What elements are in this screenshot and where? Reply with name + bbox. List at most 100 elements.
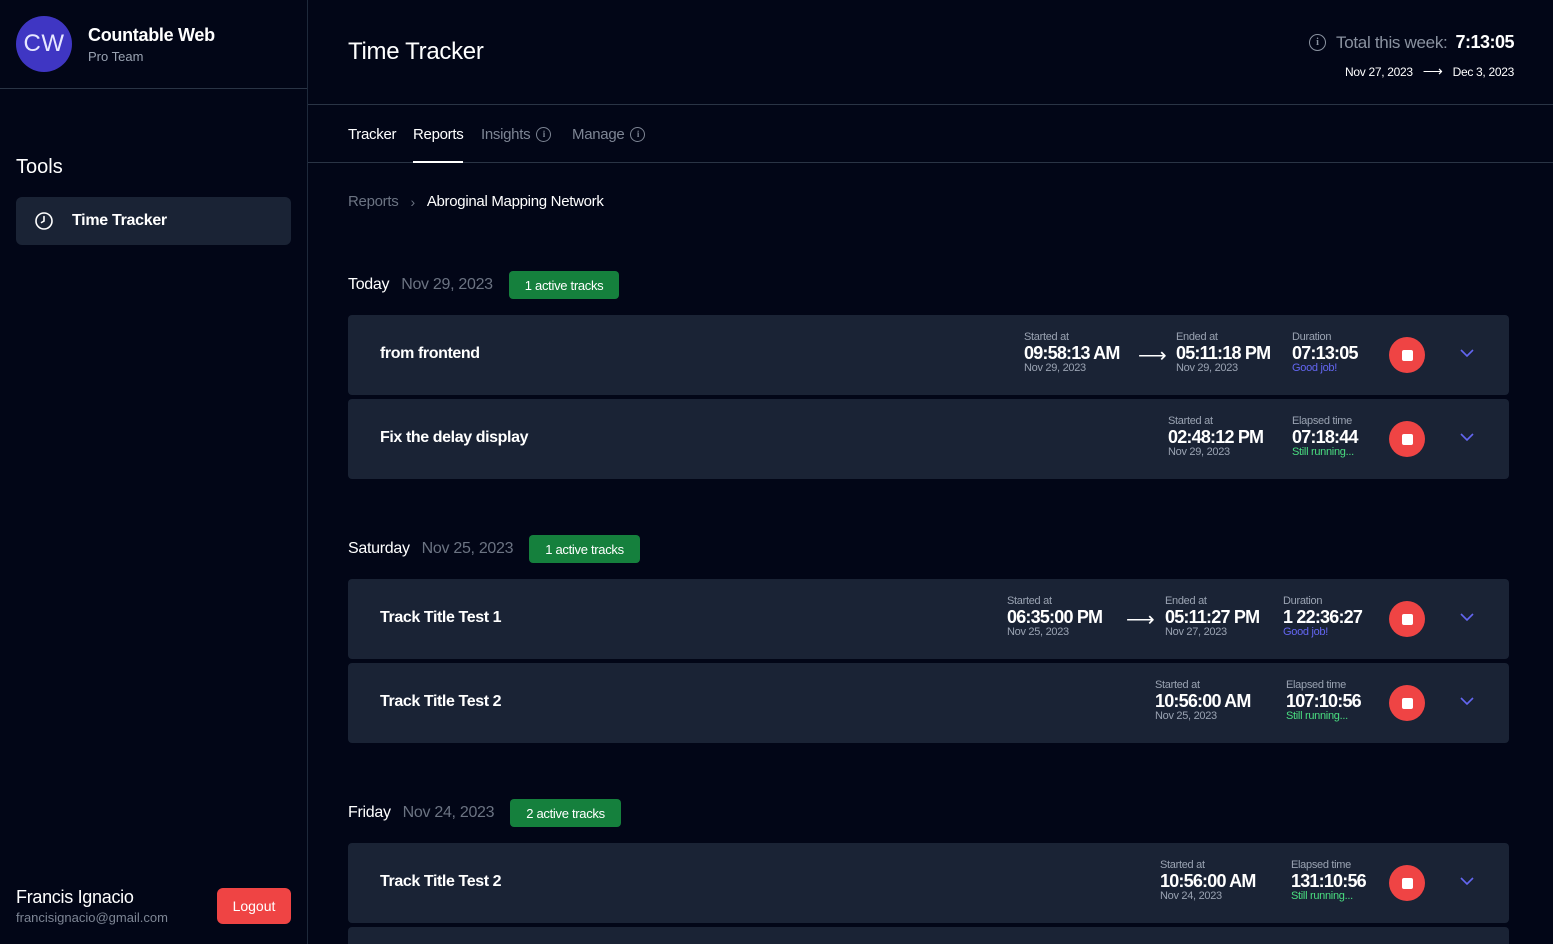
stat-value: 05:11:27 PM: [1165, 607, 1260, 627]
stat-label: Started at: [1007, 595, 1052, 607]
stop-button[interactable]: [1389, 421, 1425, 457]
stat-label: Started at: [1024, 331, 1069, 343]
track-card[interactable]: Track Title Test 2 Started at 10:56:00 A…: [348, 843, 1509, 923]
stat-value: 06:35:00 PM: [1007, 607, 1103, 627]
day-header: Today Nov 29, 2023 1 active tracks: [348, 271, 620, 299]
day-header: Saturday Nov 25, 2023 1 active tracks: [348, 535, 640, 563]
stat-value: 05:11:18 PM: [1176, 343, 1271, 363]
breadcrumb-root-link[interactable]: Reports: [348, 193, 399, 210]
stop-button[interactable]: [1389, 601, 1425, 637]
started-stat: Started at 10:56:00 AM Nov 24, 2023: [1160, 859, 1256, 902]
chevron-right-icon: ›: [410, 193, 415, 210]
started-stat: Started at 10:56:00 AM Nov 25, 2023: [1155, 679, 1251, 722]
started-stat: Started at 02:48:12 PM Nov 29, 2023: [1168, 415, 1264, 458]
duration-stat: Duration 1 22:36:27 Good job!: [1283, 595, 1363, 638]
org-name: Countable Web: [88, 24, 215, 45]
day-name: Friday: [348, 804, 391, 821]
logout-button[interactable]: Logout: [217, 888, 291, 924]
ended-stat: Ended at 05:11:27 PM Nov 27, 2023: [1165, 595, 1260, 638]
stop-button[interactable]: [1389, 337, 1425, 373]
chevron-down-icon[interactable]: [1459, 609, 1475, 625]
stat-date: Nov 29, 2023: [1168, 446, 1230, 458]
elapsed-stat: Elapsed time 131:10:56 Still running...: [1291, 859, 1367, 902]
stat-value: 1 22:36:27: [1283, 607, 1363, 627]
stat-value: 07:13:05: [1292, 343, 1358, 363]
stat-label: Duration: [1292, 331, 1332, 343]
page-title: Time Tracker: [348, 38, 484, 65]
clock-icon: [35, 212, 53, 230]
week-end-date: Dec 3, 2023: [1452, 64, 1515, 79]
org-plan: Pro Team: [88, 48, 144, 64]
tab-label: Insights: [481, 125, 531, 143]
tab-manage[interactable]: Manage i: [572, 105, 646, 163]
tab-label: Manage: [572, 125, 625, 143]
tab-reports[interactable]: Reports: [413, 105, 464, 163]
stop-button[interactable]: [1389, 865, 1425, 901]
tools-section-title: Tools: [16, 156, 63, 178]
active-tracks-badge: 2 active tracks: [510, 799, 621, 827]
started-stat: Started at 09:58:13 AM Nov 29, 2023: [1024, 331, 1120, 374]
track-title: Track Title Test 2: [380, 693, 502, 710]
arrow-right-icon: ⟶: [1422, 63, 1443, 79]
tab-insights[interactable]: Insights i: [481, 105, 552, 163]
org-header[interactable]: CW Countable Web Pro Team: [16, 16, 215, 72]
chevron-down-icon[interactable]: [1459, 693, 1475, 709]
sidebar: CW Countable Web Pro Team Tools Time Tra…: [0, 0, 308, 944]
day-date: Nov 29, 2023: [401, 276, 493, 293]
running-note: Still running...: [1286, 710, 1348, 722]
active-tracks-badge: 1 active tracks: [508, 271, 620, 299]
elapsed-stat: Elapsed time 107:10:56 Still running...: [1286, 679, 1362, 722]
stat-label: Ended at: [1165, 595, 1207, 607]
stat-label: Started at: [1155, 679, 1200, 691]
stat-label: Started at: [1160, 859, 1205, 871]
sidebar-item-time-tracker[interactable]: Time Tracker: [16, 197, 291, 245]
track-card[interactable]: Track Title Test 1 Started at 06:35:00 P…: [348, 579, 1509, 659]
track-card[interactable]: from frontend Started at 09:58:13 AM Nov…: [348, 315, 1509, 395]
running-note: Still running...: [1291, 890, 1353, 902]
info-icon[interactable]: i: [1309, 34, 1327, 51]
stat-value: 107:10:56: [1286, 691, 1362, 711]
ended-stat: Ended at 05:11:18 PM Nov 29, 2023: [1176, 331, 1271, 374]
stat-label: Elapsed time: [1286, 679, 1346, 691]
week-total-label: Total this week:: [1336, 32, 1448, 52]
track-card[interactable]: Track Title Test 2 Started at 10:56:00 A…: [348, 663, 1509, 743]
stat-label: Duration: [1283, 595, 1323, 607]
info-icon: i: [630, 126, 646, 142]
user-email: francisignacio@gmail.com: [16, 910, 168, 925]
tab-bar: Tracker Reports Insights i Manage i: [308, 105, 1553, 163]
tab-tracker[interactable]: Tracker: [348, 105, 396, 163]
stat-label: Ended at: [1176, 331, 1218, 343]
chevron-down-icon[interactable]: [1459, 345, 1475, 361]
day-name: Today: [348, 276, 390, 293]
stop-icon: [1401, 433, 1413, 445]
stat-date: Nov 29, 2023: [1176, 362, 1238, 374]
info-icon: i: [536, 126, 552, 142]
chevron-down-icon[interactable]: [1459, 873, 1475, 889]
stat-value: 09:58:13 AM: [1024, 343, 1120, 363]
tab-label: Reports: [413, 125, 464, 143]
duration-stat: Duration 07:13:05 Good job!: [1292, 331, 1358, 374]
started-stat: Started at 06:35:00 PM Nov 25, 2023: [1007, 595, 1103, 638]
user-info: Francis Ignacio francisignacio@gmail.com: [16, 887, 168, 925]
sidebar-item-label: Time Tracker: [72, 212, 167, 229]
stop-icon: [1401, 613, 1413, 625]
chevron-down-icon[interactable]: [1459, 429, 1475, 445]
stat-date: Nov 29, 2023: [1024, 362, 1086, 374]
breadcrumb-current: Abroginal Mapping Network: [426, 193, 604, 210]
day-date: Nov 25, 2023: [421, 540, 514, 557]
arrow-right-icon: ⟶: [1138, 345, 1167, 367]
track-title: from frontend: [380, 345, 480, 362]
day-date: Nov 24, 2023: [402, 804, 495, 821]
week-total-value: 7:13:05: [1455, 32, 1514, 52]
stat-value: 02:48:12 PM: [1168, 427, 1264, 447]
track-title: Track Title Test 1: [380, 609, 502, 626]
day-name: Saturday: [348, 540, 410, 557]
track-card[interactable]: [348, 927, 1509, 944]
page-header: Time Tracker i Total this week: 7:13:05 …: [308, 0, 1553, 105]
week-summary: i Total this week: 7:13:05 Nov 27, 2023 …: [1309, 32, 1514, 80]
stop-button[interactable]: [1389, 685, 1425, 721]
stat-date: Nov 27, 2023: [1165, 626, 1227, 638]
org-avatar: CW: [16, 16, 72, 72]
track-card[interactable]: Fix the delay display Started at 02:48:1…: [348, 399, 1509, 479]
stop-icon: [1401, 877, 1413, 889]
